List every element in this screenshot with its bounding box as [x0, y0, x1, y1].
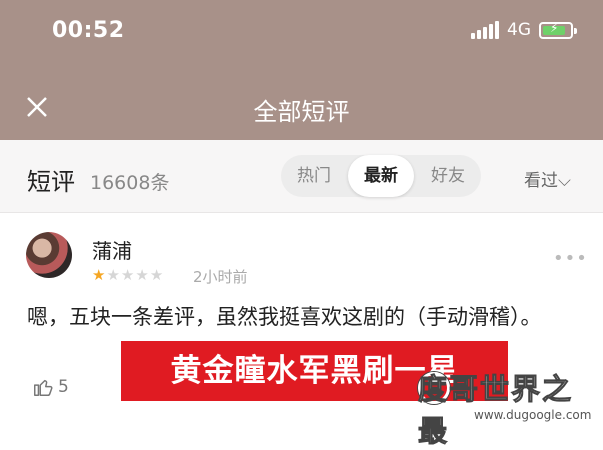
review-count: 16608条	[90, 172, 170, 194]
watched-filter[interactable]: 看过⌵	[524, 166, 571, 191]
status-time: 00:52	[52, 18, 125, 43]
review-content: 嗯，五块一条差评，虽然我挺喜欢这剧的（手动滑稽）。	[27, 305, 542, 329]
star-icon: ★	[92, 266, 107, 284]
star-icon: ★	[120, 266, 136, 284]
tab-friends[interactable]: 好友	[415, 155, 481, 197]
network-type: 4G	[507, 20, 531, 40]
star-icon: ★	[106, 266, 121, 284]
review-time: 2小时前	[193, 268, 248, 286]
watermark: 度哥世界之最 www.dugoogle.com	[418, 366, 600, 449]
thumbs-up-icon	[34, 379, 53, 396]
signal-icon	[471, 21, 499, 39]
tab-hot[interactable]: 热门	[281, 155, 347, 197]
watermark-url: www.dugoogle.com	[474, 408, 592, 422]
like-count: 5	[58, 377, 69, 397]
star-icon: ★	[135, 266, 150, 284]
rating-stars: ★★★★★	[92, 266, 164, 284]
avatar[interactable]	[26, 232, 72, 278]
username[interactable]: 蒲浦	[92, 235, 132, 264]
like-button[interactable]: 5	[32, 376, 69, 398]
top-bar: 00:52 4G ⚡ 全部短评	[0, 0, 603, 140]
more-options-icon[interactable]: •••	[553, 248, 588, 269]
page-title: 全部短评	[253, 98, 350, 126]
sort-tabs: 热门 最新 好友	[281, 155, 481, 197]
battery-icon: ⚡	[539, 21, 577, 39]
status-indicators: 4G ⚡	[471, 20, 577, 40]
section-title: 短评	[27, 168, 75, 196]
filter-label: 看过	[524, 171, 558, 191]
review-header: 短评 16608条 热门 最新 好友 看过⌵	[0, 140, 603, 213]
tab-latest[interactable]: 最新	[348, 155, 414, 197]
chevron-down-icon: ⌵	[558, 171, 571, 191]
star-icon: ★	[149, 266, 165, 284]
